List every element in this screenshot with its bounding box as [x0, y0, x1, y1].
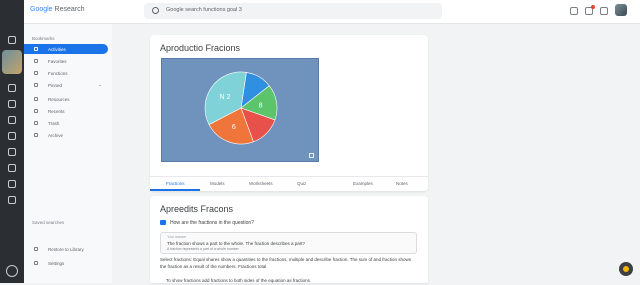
app-logo[interactable]: Google Research — [30, 6, 85, 13]
answer-field[interactable]: Your answer The fraction shows a part to… — [160, 232, 417, 254]
trash-icon — [34, 121, 38, 125]
archive-icon — [34, 133, 38, 137]
sidebar-item-label: Recents — [48, 109, 65, 114]
calendar-icon[interactable] — [8, 116, 16, 124]
tab-worksheets[interactable]: Worksheets — [249, 181, 273, 186]
slice-label: N 2 — [219, 94, 230, 101]
sidebar-item-label: Restore to Library — [48, 247, 84, 252]
sidebar-item-favorites[interactable]: Favorites — [24, 56, 108, 66]
function-icon — [34, 71, 38, 75]
qa-card: Apreedits Fracons How are the fractions … — [150, 196, 428, 283]
sidebar-item-label: Trash — [48, 121, 60, 126]
list-item: To show fractions add fractions to both … — [166, 278, 424, 285]
chevron-down-icon[interactable]: ⌄ — [98, 82, 102, 88]
answer-line: A fraction represents a part of a whole … — [167, 247, 239, 251]
question-text: How are the fractions in the question? — [170, 220, 254, 226]
recent-icon — [34, 109, 38, 113]
sidebar-item-label: Favorites — [48, 59, 67, 64]
answer-line: The fraction shows a part to the whole. … — [167, 241, 305, 246]
sidebar-item-archive[interactable]: Archive — [24, 130, 108, 140]
app-rail — [0, 0, 24, 283]
sidebar-item-label: Archive — [48, 133, 64, 138]
tab-bar: Fractions Models Worksheets Quiz Example… — [150, 176, 428, 191]
bullet-text: Select fractions: Equal shares show a qu… — [160, 257, 412, 269]
search-bar[interactable]: Google search functions goal 3 — [144, 3, 442, 19]
resources-icon — [34, 97, 38, 101]
gear-icon — [34, 261, 38, 265]
tab-models[interactable]: Models — [210, 181, 225, 186]
inbox-icon[interactable] — [8, 84, 16, 92]
sidebar-item-resources[interactable]: Resources — [24, 94, 108, 104]
search-input[interactable]: Google search functions goal 3 — [166, 7, 242, 13]
tab-fractions[interactable]: Fractions — [166, 181, 185, 186]
list-item: Select fractions: Equal shares show a qu… — [160, 257, 418, 270]
sidebar-item-activities[interactable]: Activities — [24, 44, 108, 54]
settings-icon[interactable] — [8, 196, 16, 204]
top-bar: Google Research Google search functions … — [24, 0, 640, 24]
expand-icon[interactable] — [309, 153, 314, 158]
account-avatar[interactable] — [615, 4, 627, 16]
slice-label: 6 — [232, 124, 236, 131]
sidebar-item-restore[interactable]: Restore to Library — [24, 244, 108, 254]
notes-icon[interactable] — [570, 7, 578, 15]
sidebar-footer-header: Saved searches — [32, 220, 65, 225]
sidebar-item-pinned[interactable]: Pinned ⌄ — [24, 80, 108, 90]
bullet-text: To show fractions add fractions to both … — [166, 278, 312, 283]
pie-chart: 8 6 N 2 — [204, 71, 278, 145]
chart-icon[interactable] — [8, 132, 16, 140]
pin-icon — [34, 83, 38, 87]
activities-icon — [34, 47, 38, 51]
sidebar: Bookmarks Activities Favorites Functions… — [24, 24, 112, 283]
grid-icon[interactable] — [8, 36, 16, 44]
fractions-card: Aproductio Fracions 8 6 N 2 Fractions Mode… — [150, 35, 428, 191]
question-icon — [160, 220, 166, 226]
sidebar-item-label: Activities — [48, 47, 66, 52]
sidebar-item-trash[interactable]: Trash — [24, 118, 108, 128]
sidebar-item-label: Functions — [48, 71, 68, 76]
search-icon[interactable] — [152, 7, 159, 14]
tab-examples[interactable]: Examples — [353, 181, 373, 186]
notification-badge — [591, 5, 595, 9]
sidebar-item-label: Settings — [48, 261, 65, 266]
card-title: Aproductio Fracions — [160, 43, 241, 53]
answer-placeholder: Your answer — [167, 235, 187, 239]
card-title: Apreedits Fracons — [160, 204, 234, 214]
apps-icon[interactable] — [600, 7, 608, 15]
sidebar-item-recents[interactable]: Recents — [24, 106, 108, 116]
question-row: How are the fractions in the question? — [160, 220, 254, 226]
tab-notes[interactable]: Notes — [396, 181, 408, 186]
sidebar-header: Bookmarks — [32, 36, 55, 41]
help-icon[interactable] — [6, 265, 18, 277]
logo-brand: Google — [30, 6, 53, 13]
sidebar-item-settings[interactable]: Settings — [24, 258, 108, 268]
avatar[interactable] — [2, 50, 22, 74]
logo-text: Research — [54, 6, 85, 13]
assistant-button[interactable] — [619, 262, 633, 276]
active-tab-indicator — [150, 189, 200, 191]
restore-icon — [34, 247, 38, 251]
star-icon — [34, 59, 38, 63]
slice-label: 8 — [259, 102, 263, 109]
tasks-icon[interactable] — [8, 100, 16, 108]
sidebar-item-functions[interactable]: Functions — [24, 68, 108, 78]
clock-icon[interactable] — [8, 180, 16, 188]
sidebar-item-label: Pinned — [48, 83, 63, 88]
pie-chart-frame[interactable]: 8 6 N 2 — [161, 58, 319, 162]
bookmark-icon[interactable] — [8, 164, 16, 172]
tab-quiz[interactable]: Quiz — [297, 181, 306, 186]
folder-icon[interactable] — [8, 148, 16, 156]
sidebar-item-label: Resources — [48, 97, 70, 102]
